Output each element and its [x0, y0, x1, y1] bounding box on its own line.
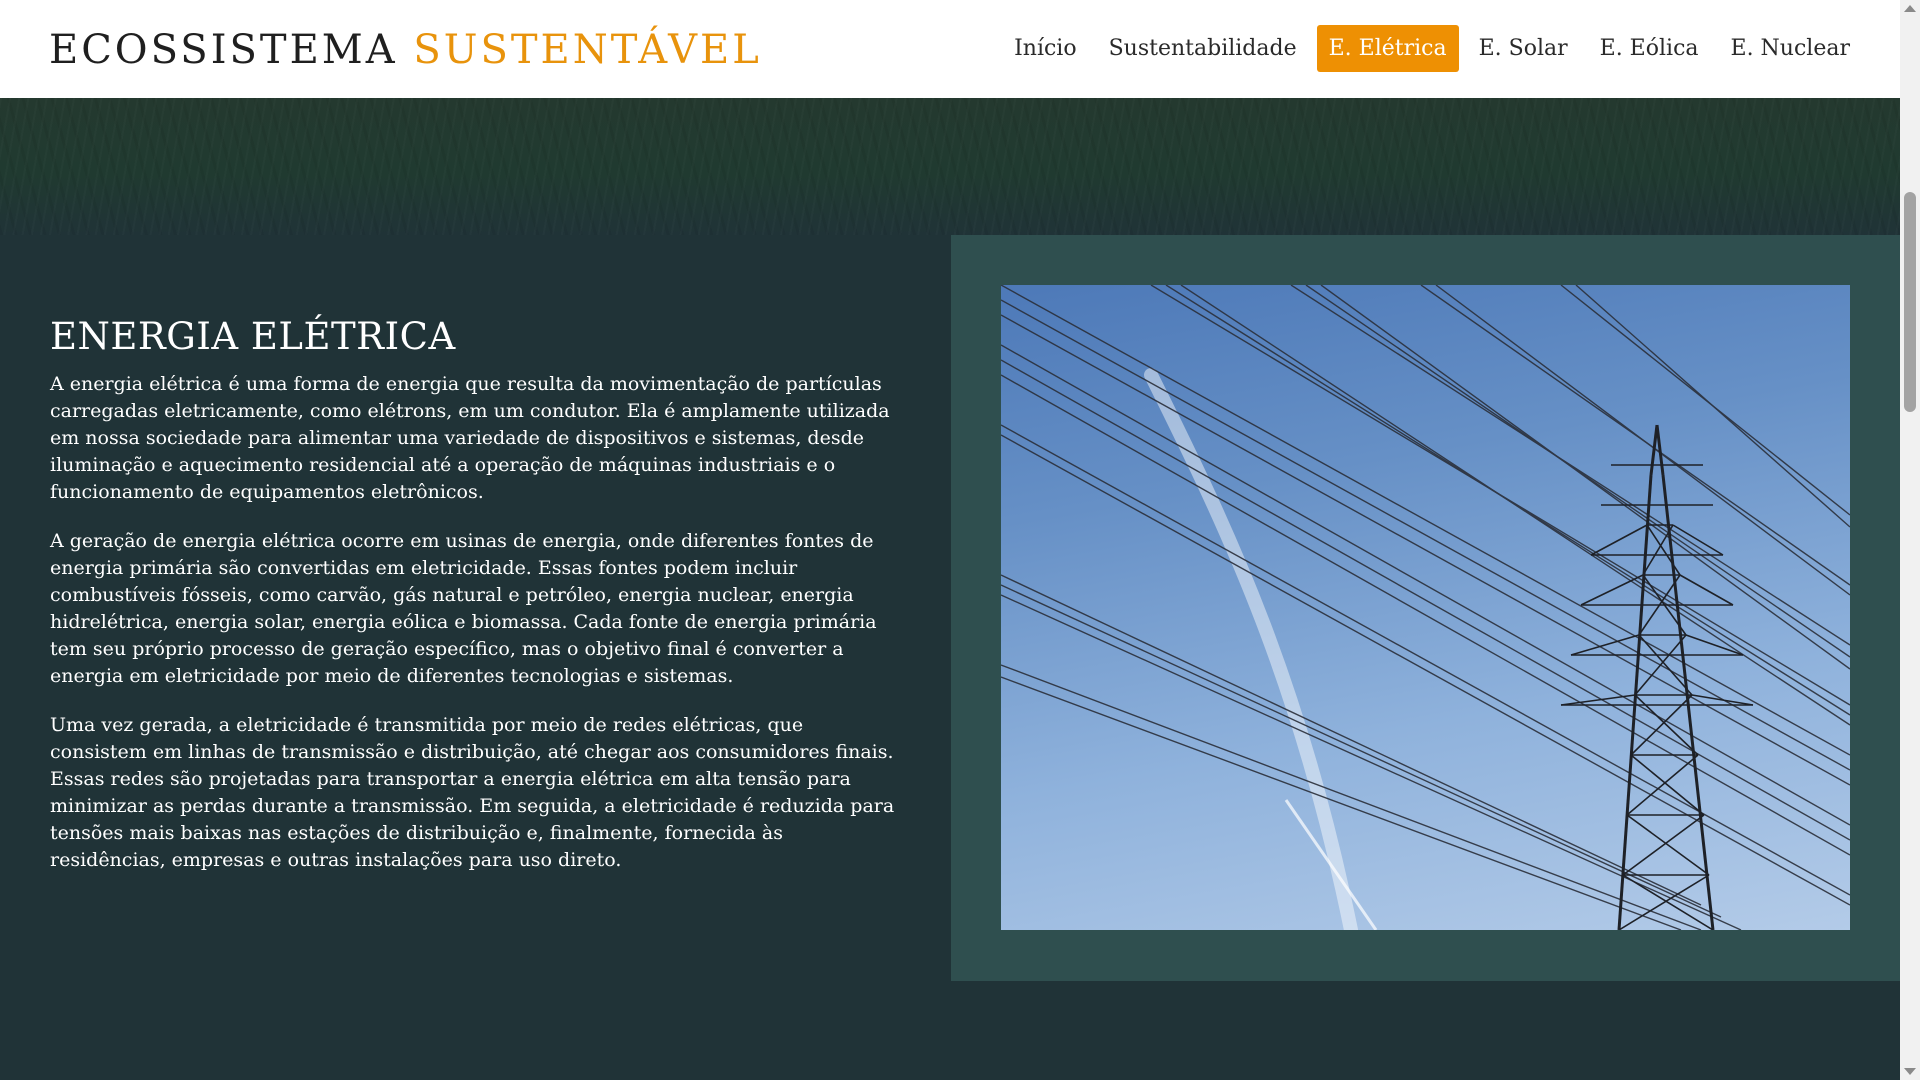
chevron-up-icon[interactable]	[1904, 5, 1916, 12]
nav-item-energia-solar[interactable]: E. Solar	[1467, 25, 1580, 72]
site-logo[interactable]: ECOSSISTEMA SUSTENTÁVEL	[49, 26, 762, 74]
content-section: ENERGIA ELÉTRICA A energia elétrica é um…	[0, 235, 1900, 1080]
main-nav: Início Sustentabilidade E. Elétrica E. S…	[994, 25, 1862, 72]
nav-item-inicio[interactable]: Início	[1002, 25, 1089, 72]
nav-item-sustentabilidade[interactable]: Sustentabilidade	[1097, 25, 1309, 72]
section-title: ENERGIA ELÉTRICA	[50, 315, 456, 358]
nav-item-energia-eletrica[interactable]: E. Elétrica	[1316, 25, 1459, 72]
nav-item-energia-eolica[interactable]: E. Eólica	[1588, 25, 1711, 72]
image-frame	[951, 235, 1900, 981]
page-scrollbar[interactable]	[1900, 0, 1920, 1080]
logo-accent-text: SUSTENTÁVEL	[413, 27, 762, 73]
site-header: ECOSSISTEMA SUSTENTÁVEL Início Sustentab…	[0, 0, 1900, 98]
paragraph: A energia elétrica é uma forma de energi…	[50, 373, 890, 503]
chevron-down-icon[interactable]	[1904, 1068, 1916, 1075]
paragraph: Uma vez gerada, a eletricidade é transmi…	[50, 714, 895, 871]
power-tower-illustration	[1001, 285, 1850, 930]
paragraph: A geração de energia elétrica ocorre em …	[50, 530, 877, 687]
power-line-photo	[1001, 285, 1850, 930]
scrollbar-thumb[interactable]	[1904, 192, 1916, 412]
article-text: ENERGIA ELÉTRICA A energia elétrica é um…	[50, 313, 900, 896]
logo-primary-text: ECOSSISTEMA	[49, 27, 398, 73]
hero-banner	[0, 98, 1900, 235]
nav-item-energia-nuclear[interactable]: E. Nuclear	[1719, 25, 1862, 72]
